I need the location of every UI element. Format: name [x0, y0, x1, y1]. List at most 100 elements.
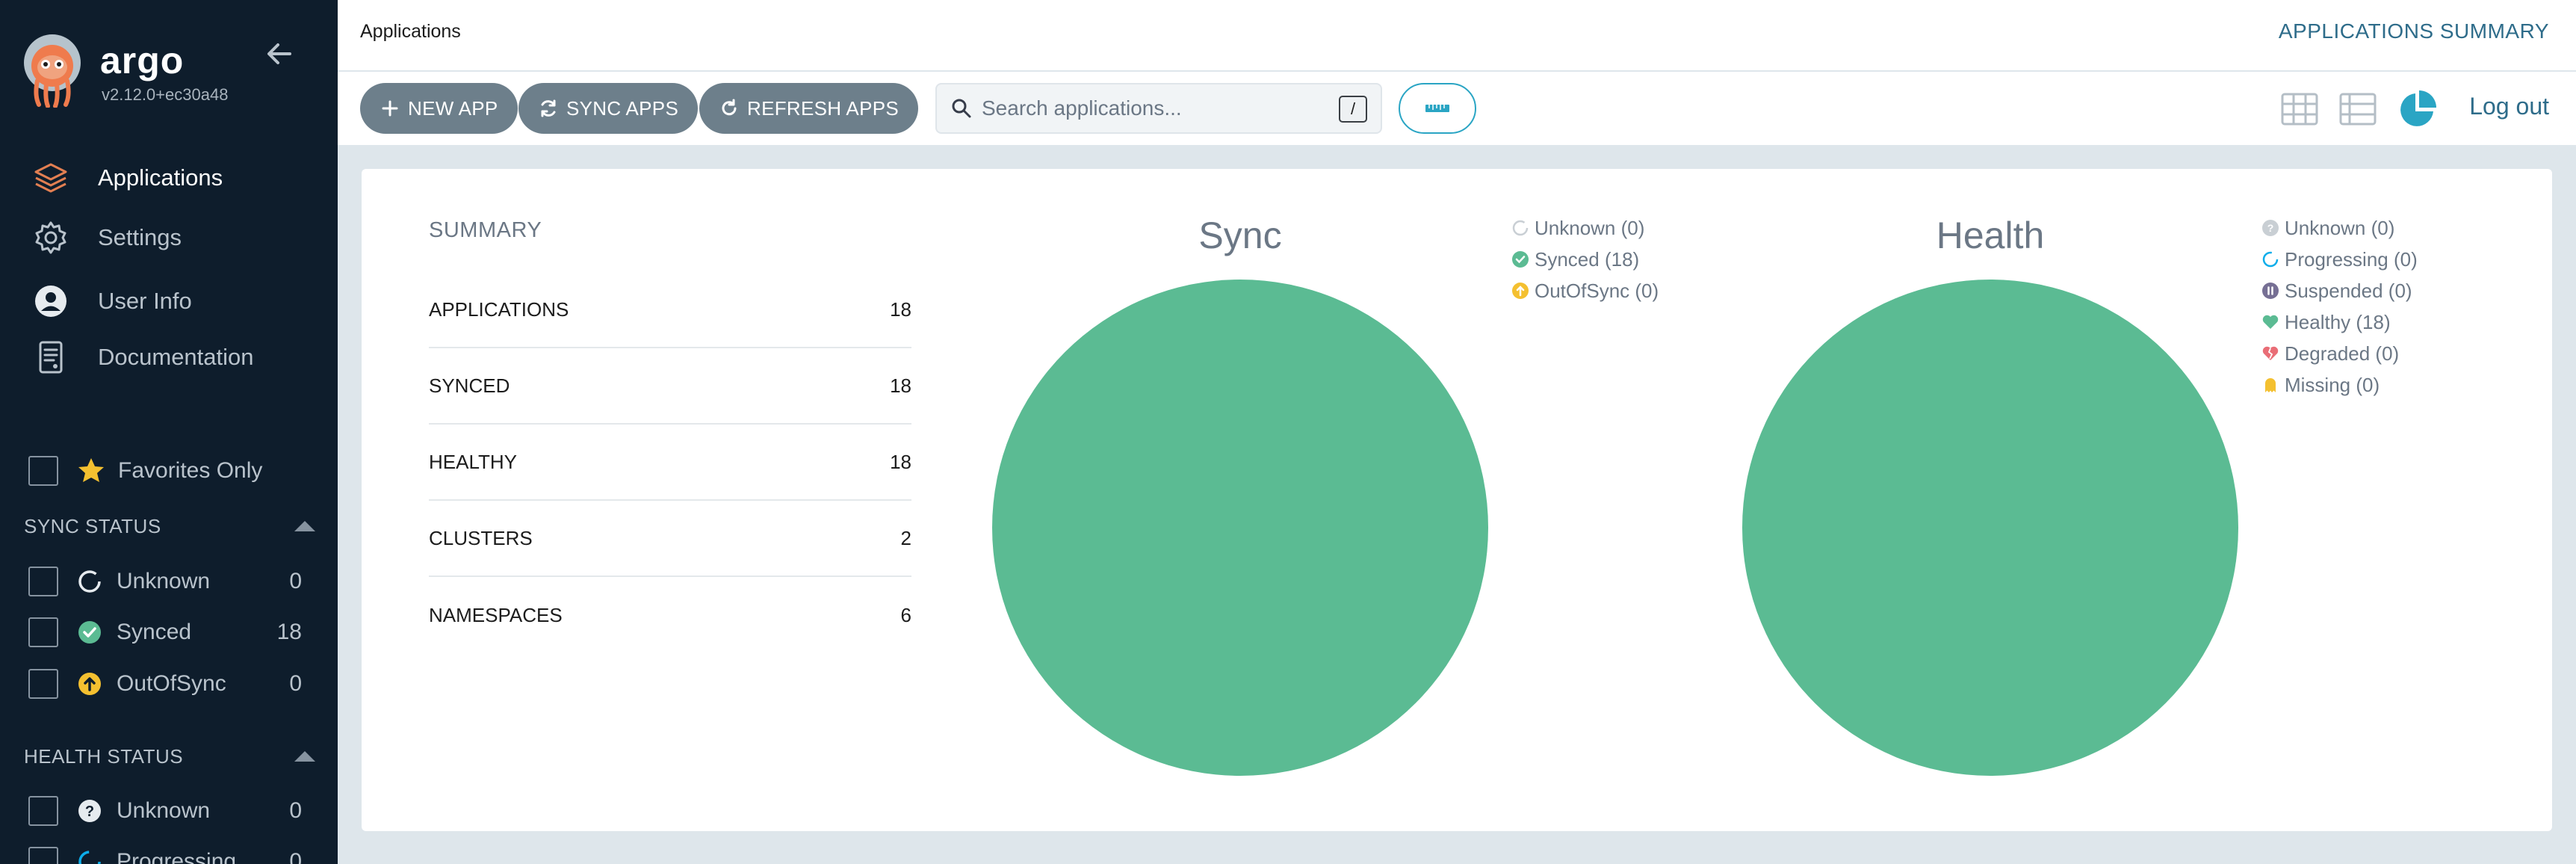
- sync-filter-outofsync[interactable]: OutOfSync 0: [28, 665, 302, 703]
- new-app-button[interactable]: NEW APP: [360, 83, 518, 134]
- circle-notch-icon: [76, 568, 103, 595]
- nav-applications[interactable]: Applications: [0, 152, 338, 204]
- pie-slice-healthy: [1742, 280, 2238, 776]
- argo-logo: [21, 33, 84, 108]
- summary-row-label: SYNCED: [429, 374, 510, 397]
- filter-count: 18: [276, 620, 302, 644]
- collapse-sidebar-button[interactable]: [263, 37, 296, 70]
- svg-text:?: ?: [85, 803, 94, 820]
- arrow-left-icon: [267, 43, 291, 64]
- summary-row: SYNCED 18: [429, 348, 911, 425]
- nav-settings[interactable]: Settings: [0, 212, 338, 264]
- sidebar: argo v2.12.0+ec30a48 Applications Settin…: [0, 0, 338, 864]
- summary-row: HEALTHY 18: [429, 425, 911, 501]
- collapse-triangle-icon[interactable]: [294, 521, 315, 531]
- filter-checkbox[interactable]: [28, 847, 58, 864]
- refresh-apps-button[interactable]: REFRESH APPS: [699, 83, 918, 134]
- summary-view-button[interactable]: [2397, 88, 2439, 130]
- sync-apps-button[interactable]: SYNC APPS: [518, 83, 699, 134]
- pause-circle-icon: [2261, 281, 2280, 300]
- search-input[interactable]: [982, 95, 1325, 122]
- filter-label: Unknown: [117, 798, 211, 823]
- circle-notch-icon: [1511, 218, 1530, 238]
- favorites-only-filter[interactable]: Favorites Only: [28, 451, 320, 490]
- sync-filter-synced[interactable]: Synced 18: [28, 614, 302, 651]
- filter-checkbox[interactable]: [28, 567, 58, 596]
- toolbar: NEW APP SYNC APPS REFRESH APPS /: [338, 72, 2576, 145]
- sync-chart-title: Sync: [1198, 215, 1282, 256]
- summary-row-label: APPLICATIONS: [429, 297, 569, 321]
- nav-user-info[interactable]: User Info: [0, 275, 338, 327]
- tiles-view-button[interactable]: [2279, 88, 2320, 130]
- favorites-checkbox[interactable]: [28, 456, 58, 486]
- legend-label: Unknown (0): [1535, 216, 1645, 239]
- filter-checkbox[interactable]: [28, 617, 58, 647]
- arrow-up-circle-icon: [1511, 281, 1530, 300]
- filter-checkbox[interactable]: [28, 796, 58, 826]
- summary-row-value: 2: [900, 526, 911, 549]
- nav-label: User Info: [98, 288, 192, 314]
- list-icon: [2339, 93, 2377, 126]
- filter-toggle-button[interactable]: [1399, 83, 1476, 134]
- favorites-label: Favorites Only: [118, 458, 263, 483]
- health-legend: ? Unknown (0) Progressing (0) Suspended …: [2261, 212, 2418, 401]
- summary-row-label: CLUSTERS: [429, 526, 533, 549]
- collapse-triangle-icon[interactable]: [294, 751, 315, 762]
- legend-item: Unknown (0): [1511, 212, 1659, 244]
- nav-label: Documentation: [98, 344, 254, 370]
- search-box[interactable]: /: [935, 83, 1382, 134]
- check-circle-icon: [1511, 250, 1530, 269]
- legend-label: Progressing (0): [2285, 247, 2418, 271]
- sync-legend: Unknown (0) Synced (18) OutOfSync (0): [1511, 212, 1659, 306]
- summary-row-value: 18: [890, 297, 911, 321]
- legend-label: Degraded (0): [2285, 342, 2400, 365]
- legend-label: OutOfSync (0): [1535, 279, 1659, 302]
- question-circle-icon: ?: [76, 797, 103, 824]
- gear-icon: [31, 218, 70, 257]
- health-filter-progressing[interactable]: Progressing 0: [28, 843, 302, 864]
- summary-row: CLUSTERS 2: [429, 501, 911, 577]
- grid-icon: [2281, 93, 2318, 126]
- legend-item: ? Unknown (0): [2261, 212, 2418, 244]
- filter-count: 0: [289, 849, 302, 864]
- filter-count: 0: [289, 798, 302, 823]
- logout-link[interactable]: Log out: [2469, 93, 2549, 120]
- summary-row-value: 6: [900, 603, 911, 626]
- search-shortcut-hint: /: [1339, 96, 1367, 123]
- question-circle-icon: ?: [2261, 218, 2280, 238]
- filter-label: Unknown: [117, 569, 211, 593]
- document-icon: [31, 338, 70, 377]
- summary-row-value: 18: [890, 450, 911, 473]
- progress-circle-icon: [76, 848, 103, 864]
- legend-item: Missing (0): [2261, 369, 2418, 401]
- breadcrumb[interactable]: Applications: [360, 21, 461, 43]
- sync-status-title: SYNC STATUS: [24, 514, 161, 537]
- filter-label: Progressing: [117, 849, 237, 864]
- legend-item: Suspended (0): [2261, 275, 2418, 306]
- new-app-label: NEW APP: [408, 96, 498, 120]
- sync-status-header: SYNC STATUS: [24, 511, 315, 541]
- user-circle-icon: [31, 282, 70, 321]
- list-view-button[interactable]: [2337, 88, 2379, 130]
- layers-icon: [31, 158, 70, 197]
- nav-label: Settings: [98, 224, 182, 250]
- legend-label: Missing (0): [2285, 373, 2380, 396]
- summary-row-label: NAMESPACES: [429, 603, 563, 626]
- sync-filter-unknown[interactable]: Unknown 0: [28, 563, 302, 600]
- sync-apps-label: SYNC APPS: [566, 96, 679, 120]
- filter-label: OutOfSync: [117, 671, 226, 696]
- refresh-icon: [719, 98, 740, 119]
- legend-item: Progressing (0): [2261, 244, 2418, 275]
- legend-label: Suspended (0): [2285, 279, 2412, 302]
- heart-broken-icon: [2261, 344, 2280, 363]
- health-filter-unknown[interactable]: ? Unknown 0: [28, 792, 302, 830]
- top-bar: Applications APPLICATIONS SUMMARY: [338, 0, 2576, 72]
- legend-item: Degraded (0): [2261, 338, 2418, 369]
- nav-documentation[interactable]: Documentation: [0, 331, 338, 383]
- svg-text:?: ?: [2267, 222, 2274, 234]
- health-status-header: HEALTH STATUS: [24, 741, 315, 771]
- filter-checkbox[interactable]: [28, 669, 58, 699]
- legend-item: Healthy (18): [2261, 306, 2418, 338]
- version-label: v2.12.0+ec30a48: [102, 85, 229, 104]
- summary-row: NAMESPACES 6: [429, 577, 911, 653]
